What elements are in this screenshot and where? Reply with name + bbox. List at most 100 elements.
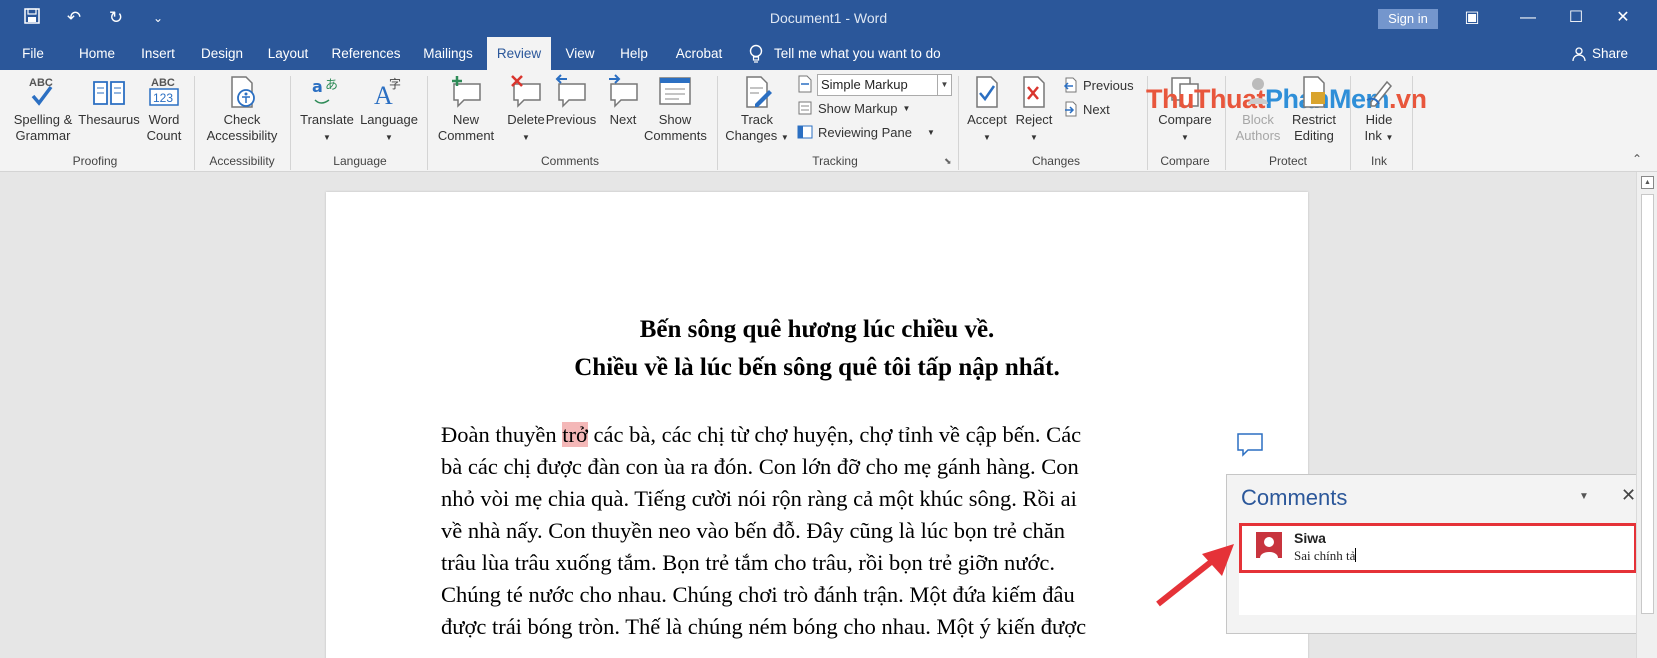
title-bar: ↶ ↻ ⌄ Document1 - Word Sign in ▣ — ☐ ✕ bbox=[0, 0, 1657, 37]
tab-file[interactable]: File bbox=[12, 37, 54, 70]
tab-view[interactable]: View bbox=[560, 37, 600, 70]
comments-pane: Comments ▼ ✕ Siwa Sai chính tả bbox=[1226, 474, 1648, 634]
share-label: Share bbox=[1592, 45, 1629, 61]
minimize-icon[interactable]: — bbox=[1508, 4, 1548, 32]
tab-acrobat[interactable]: Acrobat bbox=[668, 37, 730, 70]
show-comments-label-2: Comments bbox=[644, 128, 707, 143]
svg-text:123: 123 bbox=[153, 91, 173, 105]
dropdown-arrow-icon: ▼ bbox=[983, 133, 991, 142]
translate-button[interactable]: aあ Translate ▼ bbox=[298, 74, 356, 146]
previous-comment-button[interactable]: Previous bbox=[540, 74, 602, 128]
undo-icon[interactable]: ↶ bbox=[64, 8, 84, 28]
maximize-icon[interactable]: ☐ bbox=[1556, 4, 1596, 32]
hide-ink-button[interactable]: Hide Ink ▼ bbox=[1356, 74, 1402, 146]
dropdown-arrow-icon: ▼ bbox=[385, 133, 393, 142]
ribbon-display-options-icon[interactable]: ▣ bbox=[1452, 4, 1492, 32]
sign-in-button[interactable]: Sign in bbox=[1378, 9, 1438, 29]
accept-button[interactable]: Accept ▼ bbox=[962, 74, 1012, 146]
tell-me-search[interactable]: Tell me what you want to do bbox=[748, 37, 941, 70]
reviewing-pane-label: Reviewing Pane bbox=[818, 124, 912, 140]
dropdown-arrow-icon: ▼ bbox=[780, 133, 789, 142]
tab-design[interactable]: Design bbox=[194, 37, 250, 70]
tab-layout[interactable]: Layout bbox=[260, 37, 316, 70]
customize-qat-icon[interactable]: ⌄ bbox=[148, 8, 168, 28]
show-markup-button[interactable]: Show Markup ▼ bbox=[797, 97, 910, 119]
markup-select-value: Simple Markup bbox=[821, 77, 908, 92]
book-icon bbox=[93, 81, 125, 105]
spelling-grammar-button[interactable]: ABC Spelling & Grammar bbox=[10, 74, 76, 144]
svg-text:a: a bbox=[312, 77, 323, 96]
tab-mailings[interactable]: Mailings bbox=[416, 37, 480, 70]
block-authors-icon bbox=[1248, 78, 1268, 104]
share-button[interactable]: Share bbox=[1572, 37, 1628, 70]
paragraph-line: bà các chị được đàn con ùa ra đón. Con l… bbox=[441, 454, 1079, 479]
svg-text:あ: あ bbox=[325, 78, 338, 93]
comment-balloon-icon[interactable] bbox=[1236, 432, 1264, 458]
track-label-1: Track bbox=[740, 112, 774, 127]
close-pane-icon[interactable]: ✕ bbox=[1621, 485, 1636, 506]
reviewing-pane-button[interactable]: Reviewing Pane ▼ bbox=[797, 121, 935, 143]
track-label-2: Changes bbox=[725, 128, 778, 143]
ribbon-separator bbox=[194, 76, 195, 170]
display-for-review-select[interactable]: Simple Markup ▼ bbox=[817, 74, 952, 96]
ribbon-separator bbox=[1412, 76, 1413, 170]
translate-label: Translate bbox=[300, 112, 354, 127]
redo-icon[interactable]: ↻ bbox=[106, 8, 126, 28]
paragraph-line: nhỏ vòi mẹ chia quà. Tiếng cười nói rộn … bbox=[441, 486, 1077, 511]
word-count-button[interactable]: ABC 123 Word Count bbox=[142, 74, 186, 144]
restrict-editing-button[interactable]: Restrict Editing bbox=[1286, 74, 1342, 144]
accept-icon bbox=[976, 76, 998, 108]
track-changes-button[interactable]: Track Changes ▼ bbox=[724, 74, 790, 146]
scroll-thumb[interactable] bbox=[1641, 194, 1654, 614]
tab-help[interactable]: Help bbox=[612, 37, 656, 70]
show-comments-label-1: Show bbox=[658, 112, 692, 127]
group-label-changes: Changes bbox=[1031, 154, 1081, 168]
commented-text-highlight[interactable]: trở bbox=[562, 422, 588, 447]
group-label-accessibility: Accessibility bbox=[209, 154, 275, 168]
next-label: Next bbox=[609, 112, 637, 127]
spelling-check-icon: ABC bbox=[29, 77, 53, 106]
language-button[interactable]: A字 Language ▼ bbox=[358, 74, 420, 146]
scroll-up-icon[interactable]: ▲ bbox=[1641, 176, 1654, 189]
new-comment-button[interactable]: New Comment bbox=[433, 74, 499, 144]
dialog-launcher-icon[interactable]: ⬊ bbox=[944, 156, 952, 167]
check-label-1: Check bbox=[223, 112, 261, 127]
ribbon-tabs: File Home Insert Design Layout Reference… bbox=[0, 37, 1657, 70]
pane-options-icon[interactable]: ▼ bbox=[1579, 491, 1589, 502]
vertical-scrollbar[interactable]: ▲ bbox=[1636, 172, 1657, 658]
word-count-label-2: Count bbox=[146, 128, 182, 143]
ribbon-separator bbox=[958, 76, 959, 170]
comment-text: Sai chính tả bbox=[1294, 548, 1356, 563]
dropdown-arrow-icon: ▼ bbox=[323, 133, 331, 142]
ribbon-separator bbox=[717, 76, 718, 170]
thesaurus-label: Thesaurus bbox=[78, 112, 140, 127]
next-comment-button[interactable]: Next bbox=[600, 74, 646, 128]
block-authors-button[interactable]: Block Authors bbox=[1232, 74, 1284, 144]
next-change-button[interactable]: Next bbox=[1062, 98, 1110, 120]
close-icon[interactable]: ✕ bbox=[1603, 4, 1643, 32]
previous-change-button[interactable]: Previous bbox=[1062, 74, 1134, 96]
accessibility-icon bbox=[231, 76, 255, 108]
show-comments-button[interactable]: Show Comments bbox=[644, 74, 707, 144]
group-label-comments: Comments bbox=[540, 154, 599, 168]
tab-insert[interactable]: Insert bbox=[133, 37, 183, 70]
check-accessibility-button[interactable]: Check Accessibility bbox=[200, 74, 284, 144]
document-heading-1: Bến sông quê hương lúc chiều về. bbox=[639, 316, 995, 343]
tab-references[interactable]: References bbox=[326, 37, 406, 70]
text-run: các bà, các chị từ chợ huyện, chợ tỉnh v… bbox=[587, 422, 1082, 447]
reject-button[interactable]: Reject ▼ bbox=[1012, 74, 1056, 146]
save-icon[interactable] bbox=[22, 8, 42, 28]
restrict-label-1: Restrict bbox=[1291, 112, 1337, 127]
tab-home[interactable]: Home bbox=[72, 37, 122, 70]
paragraph-line: Đoàn thuyền trở các bà, các chị từ chợ h… bbox=[441, 419, 1199, 451]
reject-label: Reject bbox=[1015, 112, 1053, 127]
dropdown-arrow-icon: ▼ bbox=[1385, 133, 1394, 142]
tab-review[interactable]: Review bbox=[487, 37, 551, 70]
document-body[interactable]: Đoàn thuyền trở các bà, các chị từ chợ h… bbox=[441, 419, 1199, 643]
thesaurus-button[interactable]: Thesaurus bbox=[76, 74, 142, 128]
check-label-2: Accessibility bbox=[206, 128, 278, 143]
accept-label: Accept bbox=[967, 112, 1007, 127]
comment-text-field[interactable]: Sai chính tả bbox=[1294, 548, 1357, 564]
collapse-ribbon-icon[interactable]: ⌃ bbox=[1632, 152, 1642, 166]
comment-card[interactable]: Siwa Sai chính tả bbox=[1239, 523, 1637, 573]
